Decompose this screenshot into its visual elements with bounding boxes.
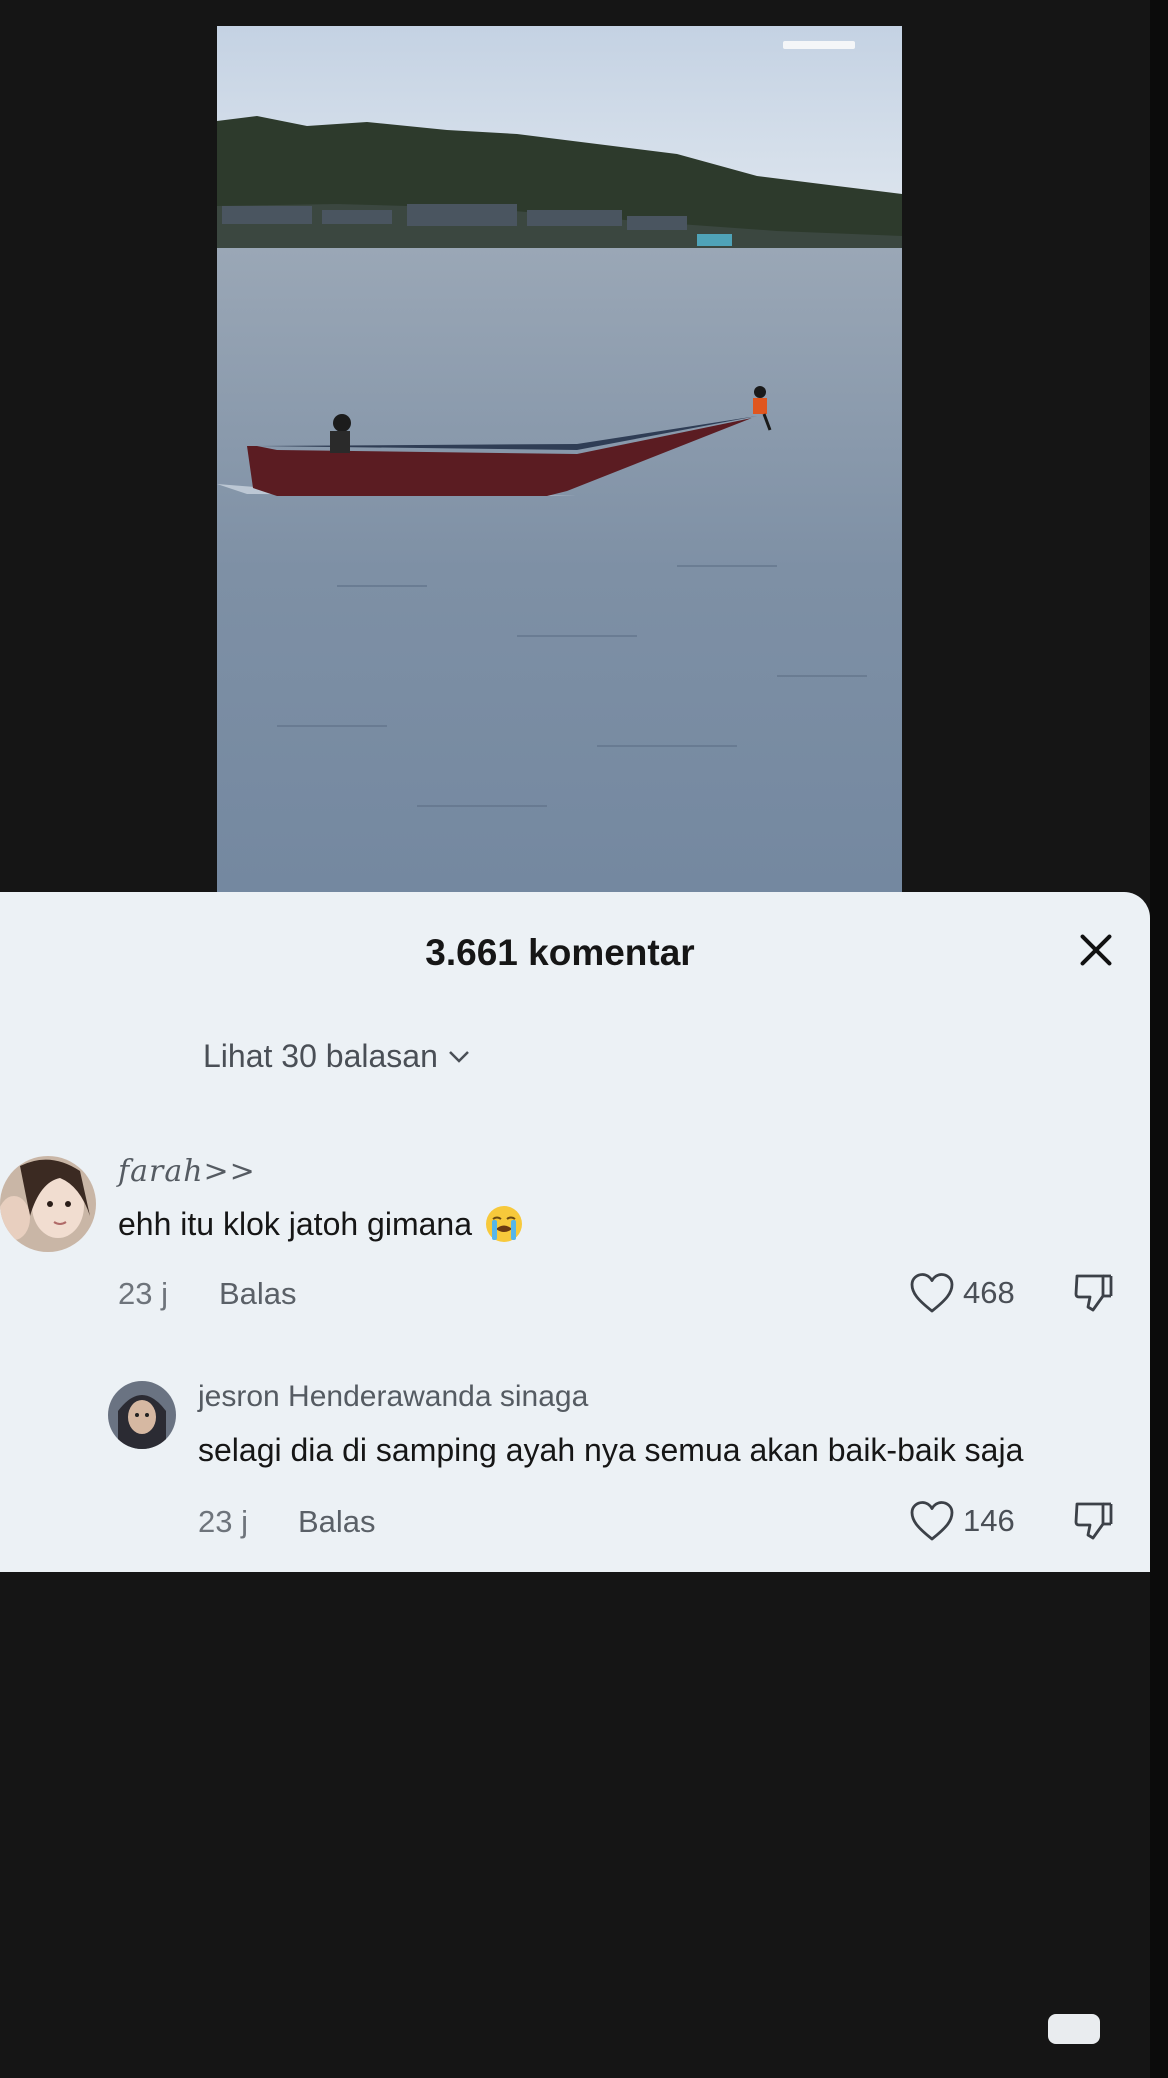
avatar[interactable] (108, 1381, 176, 1449)
chevron-down-icon (448, 1050, 469, 1063)
comment-body: selagi dia di samping ayah nya semua aka… (198, 1432, 1024, 1468)
close-icon[interactable] (1073, 928, 1119, 974)
view-replies-button[interactable]: Lihat 30 balasan (203, 1038, 470, 1075)
reply-button[interactable]: Balas (298, 1504, 376, 1540)
thumbs-down-icon[interactable] (1073, 1500, 1115, 1542)
screen-edge (1150, 0, 1168, 2078)
like-button[interactable]: 146 (909, 1500, 1015, 1542)
comment-body: ehh itu klok jatoh gimana (118, 1205, 472, 1242)
loudly-crying-face-icon (486, 1206, 522, 1242)
comment-text: ehh itu klok jatoh gimana (118, 1204, 524, 1244)
video-player[interactable] (217, 26, 902, 892)
home-indicator[interactable] (1048, 2014, 1100, 2044)
comment-username[interactable]: jesron Henderawanda sinaga (198, 1380, 588, 1414)
comment-time: 23 j (198, 1504, 248, 1539)
thumbs-down-icon[interactable] (1073, 1272, 1115, 1314)
like-count: 468 (963, 1275, 1015, 1310)
like-button[interactable]: 468 (909, 1272, 1015, 1314)
reply-button[interactable]: Balas (219, 1276, 297, 1312)
comments-sheet: 3.661 komentar Lihat 30 balasan farah>> … (0, 892, 1150, 1572)
comments-count-title: 3.661 komentar (425, 932, 695, 973)
heart-icon (910, 1273, 954, 1313)
avatar[interactable] (0, 1156, 96, 1252)
comment-time: 23 j (118, 1276, 168, 1311)
view-replies-label: Lihat 30 balasan (203, 1038, 438, 1074)
comment-username[interactable]: farah>> (118, 1154, 256, 1189)
like-count: 146 (963, 1503, 1015, 1538)
heart-icon (910, 1501, 954, 1541)
video-frame (217, 26, 902, 892)
comment-text: selagi dia di samping ayah nya semua aka… (198, 1432, 1023, 1469)
drag-handle[interactable] (783, 41, 855, 49)
